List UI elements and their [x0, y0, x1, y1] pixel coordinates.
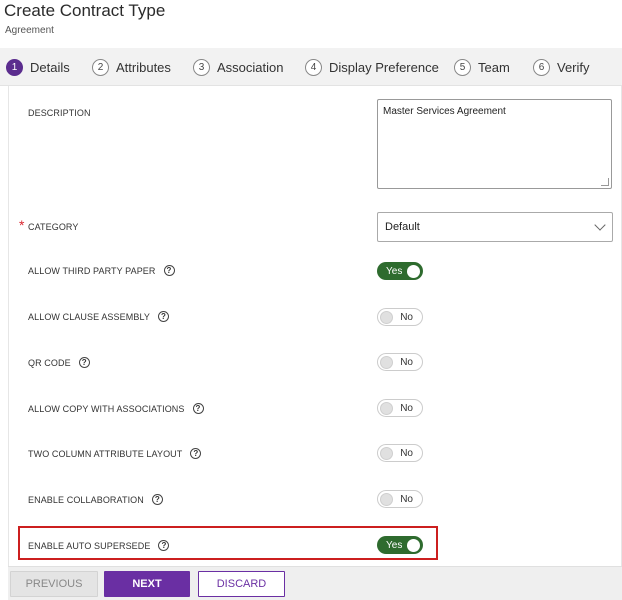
page-title: Create Contract Type	[4, 1, 166, 20]
tab-verify[interactable]: 6 Verify	[533, 48, 590, 86]
tab-label: Verify	[557, 59, 590, 75]
toggle-state: No	[400, 402, 413, 414]
toggle-two-column-layout[interactable]: No	[377, 444, 423, 462]
help-icon[interactable]: ?	[192, 403, 204, 414]
tab-label: Details	[30, 59, 70, 75]
toggle-knob	[380, 401, 393, 415]
resize-handle-icon[interactable]	[601, 178, 609, 186]
toggle-state: Yes	[386, 265, 403, 277]
category-value: Default	[385, 221, 420, 233]
category-label: CATEGORY	[28, 222, 79, 232]
tab-label: Association	[217, 59, 284, 75]
tab-label: Attributes	[116, 59, 171, 75]
page-subtitle: Agreement	[5, 25, 54, 36]
setting-label-text: QR CODE	[28, 357, 71, 368]
tab-association[interactable]: 3 Association	[193, 48, 283, 86]
help-icon[interactable]: ?	[78, 357, 90, 368]
toggle-collaboration[interactable]: No	[377, 490, 423, 508]
setting-label-text: ALLOW COPY WITH ASSOCIATIONS	[28, 403, 185, 414]
setting-label-qr-code: QR CODE ?	[28, 357, 90, 368]
help-icon[interactable]: ?	[190, 448, 202, 459]
step-number: 3	[193, 58, 210, 76]
step-number: 6	[533, 58, 550, 76]
description-value: Master Services Agreement	[383, 106, 506, 117]
setting-label-two-column-layout: TWO COLUMN ATTRIBUTE LAYOUT ?	[28, 448, 202, 459]
setting-label-text: ALLOW CLAUSE ASSEMBLY	[28, 311, 150, 322]
setting-label-text: TWO COLUMN ATTRIBUTE LAYOUT	[28, 448, 183, 459]
tab-label: Display Preference	[329, 59, 439, 75]
chevron-down-icon	[594, 219, 606, 231]
toggle-knob	[380, 492, 393, 506]
highlight-annotation	[18, 526, 438, 560]
step-number: 5	[454, 58, 471, 76]
help-icon[interactable]: ?	[151, 494, 163, 505]
toggle-third-party-paper[interactable]: Yes	[377, 262, 423, 280]
required-indicator: *	[19, 217, 25, 233]
toggle-state: No	[400, 447, 413, 459]
setting-label-copy-with-associations: ALLOW COPY WITH ASSOCIATIONS ?	[28, 403, 204, 414]
discard-button[interactable]: DISCARD	[198, 571, 285, 597]
tab-details[interactable]: 1 Details	[6, 48, 70, 86]
help-icon[interactable]: ?	[157, 311, 169, 322]
setting-label-clause-assembly: ALLOW CLAUSE ASSEMBLY ?	[28, 311, 169, 322]
step-number: 1	[6, 58, 23, 76]
toggle-knob	[380, 310, 393, 324]
toggle-knob	[407, 264, 420, 278]
toggle-clause-assembly[interactable]: No	[377, 308, 423, 326]
step-number: 2	[92, 58, 109, 76]
tab-attributes[interactable]: 2 Attributes	[92, 48, 171, 86]
page-header: Create Contract Type Agreement	[0, 0, 622, 44]
toggle-copy-with-associations[interactable]: No	[377, 399, 423, 417]
toggle-knob	[380, 446, 393, 460]
tab-display-preference[interactable]: 4 Display Preference	[305, 48, 439, 86]
step-number: 4	[305, 58, 322, 76]
help-icon[interactable]: ?	[163, 265, 175, 276]
tab-label: Team	[478, 59, 510, 75]
toggle-state: No	[400, 493, 413, 505]
toggle-state: No	[400, 356, 413, 368]
tab-team[interactable]: 5 Team	[454, 48, 510, 86]
previous-button[interactable]: PREVIOUS	[10, 571, 98, 597]
description-label: DESCRIPTION	[28, 108, 91, 118]
toggle-state: No	[400, 311, 413, 323]
toggle-knob	[380, 355, 393, 369]
wizard-tabs: 1 Details 2 Attributes 3 Association 4 D…	[0, 48, 622, 86]
setting-label-collaboration: ENABLE COLLABORATION ?	[28, 494, 163, 505]
setting-label-text: ENABLE COLLABORATION	[28, 494, 144, 505]
next-button[interactable]: NEXT	[104, 571, 190, 597]
setting-label-third-party-paper: ALLOW THIRD PARTY PAPER ?	[28, 265, 175, 276]
toggle-qr-code[interactable]: No	[377, 353, 423, 371]
category-select[interactable]: Default	[377, 212, 613, 242]
description-textarea[interactable]: Master Services Agreement	[377, 99, 612, 189]
setting-label-text: ALLOW THIRD PARTY PAPER	[28, 265, 156, 276]
footer-bar: PREVIOUS NEXT DISCARD	[8, 566, 622, 600]
